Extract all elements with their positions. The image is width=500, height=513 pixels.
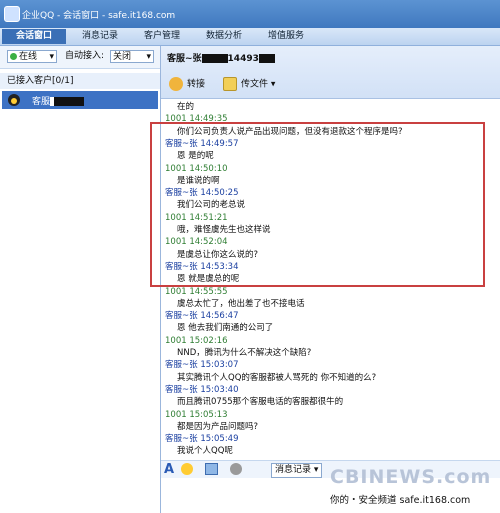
message-header: 客服~张 15:05:49 xyxy=(165,434,239,445)
message-text: 在的 xyxy=(177,102,195,112)
chat-contact-name: 客服~张 14493 xyxy=(167,51,275,64)
history-label: 消息记录 xyxy=(275,465,312,475)
app-logo-icon xyxy=(4,6,20,22)
main-tab-bar: 会话窗口 消息记录 客户管理 数据分析 增值服务 xyxy=(0,28,500,46)
contact-item[interactable]: 客服 xyxy=(2,91,158,109)
tab-session-window[interactable]: 会话窗口 xyxy=(2,29,66,44)
highlight-annotation-box xyxy=(150,122,485,287)
message-text: 虞总太忙了，他出差了也不接电话 xyxy=(177,298,305,309)
transfer-user-icon xyxy=(169,77,183,91)
tab-message-history[interactable]: 消息记录 xyxy=(72,29,128,44)
contact-name-text: 客服 xyxy=(32,97,51,107)
status-dropdown[interactable]: 在线 ▾ xyxy=(7,50,57,63)
chat-contact-name-text: 客服~张 xyxy=(167,54,202,64)
message-text: 而且腾讯0755那个客服电话的客服都很牛的 xyxy=(177,397,344,408)
chevron-down-icon: ▾ xyxy=(49,52,54,62)
folder-icon xyxy=(223,77,237,91)
online-status-icon xyxy=(10,53,17,60)
sidebar: 在线 ▾ 自动接入: 关闭 ▾ 已接入客户[0/1] 客服 xyxy=(0,46,161,513)
transfer-label: 转接 xyxy=(187,79,206,90)
tab-customer-management[interactable]: 客户管理 xyxy=(134,29,190,44)
title-bar: 企业QQ - 会话窗口 - safe.it168.com xyxy=(0,0,500,28)
status-value: 在线 xyxy=(19,52,38,62)
send-file-button[interactable]: 传文件 ▾ xyxy=(223,77,275,91)
watermark: CBINEWS.com xyxy=(330,466,492,488)
window-title: 企业QQ - 会话窗口 - safe.it168.com xyxy=(22,11,176,21)
message-text: NND，腾讯为什么不解决这个缺陷? xyxy=(177,348,312,358)
footer-caption: 你的・安全频道 safe.it168.com xyxy=(330,495,471,506)
transfer-button[interactable]: 转接 xyxy=(169,77,205,91)
message-header: 客服~张 15:03:40 xyxy=(165,384,239,395)
send-file-label: 传文件 xyxy=(241,79,269,90)
contact-name: 客服 xyxy=(32,94,85,107)
message-text: 都是因为产品问题吗? xyxy=(177,421,259,432)
screenshot-icon[interactable] xyxy=(230,463,242,475)
redacted-block xyxy=(201,54,228,63)
redacted-block xyxy=(258,54,275,63)
message-text: 其实腾讯个人QQ的客服都被人骂死的 你不知道的么? xyxy=(177,372,377,383)
chat-header: 客服~张 14493 转接 传文件 ▾ xyxy=(161,46,500,99)
message-header: 1001 15:02:16 xyxy=(165,335,228,346)
chat-contact-number: 14493 xyxy=(227,54,259,64)
chevron-down-icon: ▾ xyxy=(146,52,151,62)
message-text: 恩 他去我们南通的公司了 xyxy=(177,323,274,334)
tab-data-analysis[interactable]: 数据分析 xyxy=(196,29,252,44)
message-header: 1001 14:55:55 xyxy=(165,286,228,297)
sidebar-controls: 在线 ▾ 自动接入: 关闭 ▾ xyxy=(0,46,160,69)
font-icon[interactable]: A xyxy=(164,463,174,476)
emoji-icon[interactable] xyxy=(181,463,193,475)
message-header: 客服~张 15:03:07 xyxy=(165,360,239,371)
redacted-block xyxy=(54,97,85,106)
auto-accept-dropdown[interactable]: 关闭 ▾ xyxy=(110,50,154,63)
message-header: 客服~张 14:56:47 xyxy=(165,311,239,322)
group-header[interactable]: 已接入客户[0/1] xyxy=(0,73,160,89)
message-history-button[interactable]: 消息记录 ▾ xyxy=(271,463,323,478)
chevron-down-icon: ▾ xyxy=(268,79,276,90)
picture-icon[interactable] xyxy=(205,463,218,475)
auto-accept-label: 自动接入: xyxy=(65,51,105,61)
message-header: 1001 15:05:13 xyxy=(165,409,228,420)
auto-accept-value: 关闭 xyxy=(113,52,132,62)
app-window: 企业QQ - 会话窗口 - safe.it168.com 会话窗口 消息记录 客… xyxy=(0,0,500,513)
penguin-avatar-icon xyxy=(8,94,20,106)
tab-value-added-services[interactable]: 增值服务 xyxy=(258,29,314,44)
chevron-down-icon: ▾ xyxy=(311,465,319,475)
message-text: 我说个人QQ呢 xyxy=(177,446,233,457)
